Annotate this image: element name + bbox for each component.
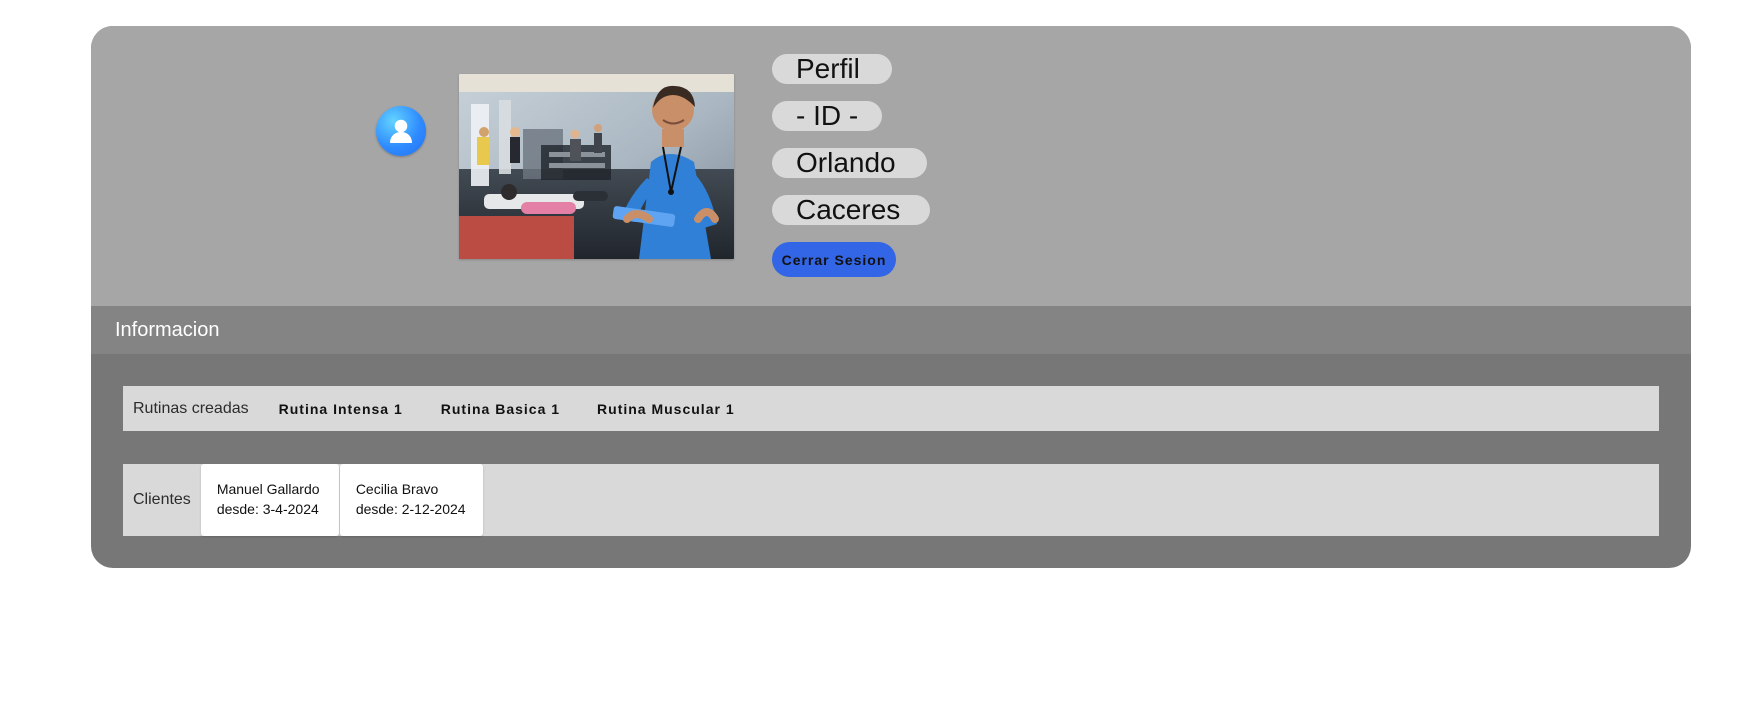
profile-id: - ID - xyxy=(772,101,882,131)
routine-button[interactable]: Rutina Basica 1 xyxy=(441,401,560,417)
logout-button[interactable]: Cerrar Sesion xyxy=(772,242,896,277)
profile-info: Perfil - ID - Orlando Caceres Cerrar Ses… xyxy=(772,54,992,284)
first-name: Orlando xyxy=(772,148,927,178)
profile-header: Perfil - ID - Orlando Caceres Cerrar Ses… xyxy=(91,26,1691,306)
information-header: Informacion xyxy=(91,306,1691,354)
profile-card: Perfil - ID - Orlando Caceres Cerrar Ses… xyxy=(91,26,1691,568)
trainer-photo xyxy=(459,74,734,259)
client-since: desde: 2-12-2024 xyxy=(355,501,466,517)
routine-button[interactable]: Rutina Intensa 1 xyxy=(279,401,403,417)
client-name: Cecilia Bravo xyxy=(355,481,439,497)
client-card[interactable]: Cecilia Bravo desde: 2-12-2024 xyxy=(339,464,483,536)
created-routines-label: Rutinas creadas xyxy=(133,399,249,417)
user-icon xyxy=(376,106,426,156)
last-name: Caceres xyxy=(772,195,930,225)
created-routines-row: Rutinas creadas Rutina Intensa 1 Rutina … xyxy=(123,386,1659,431)
clients-row: Clientes Manuel Gallardo desde: 3-4-2024… xyxy=(123,464,1659,536)
clients-label: Clientes xyxy=(133,491,191,508)
routine-button[interactable]: Rutina Muscular 1 xyxy=(597,401,735,417)
information-title: Informacion xyxy=(115,319,220,341)
client-card[interactable]: Manuel Gallardo desde: 3-4-2024 xyxy=(200,464,339,536)
client-name: Manuel Gallardo xyxy=(216,481,320,497)
profile-title: Perfil xyxy=(772,54,892,84)
client-since: desde: 3-4-2024 xyxy=(216,501,319,517)
